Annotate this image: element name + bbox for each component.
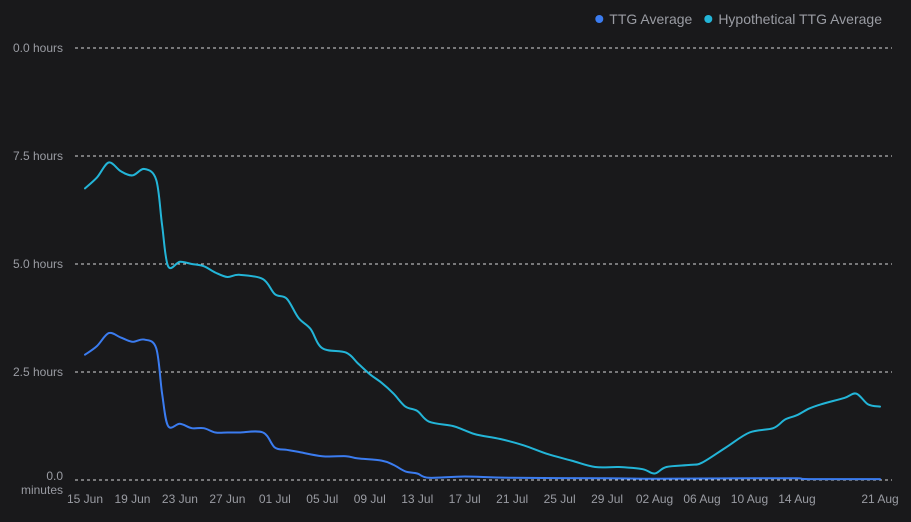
y-tick-label: 5.0 hours xyxy=(13,257,63,271)
legend-marker xyxy=(704,15,713,23)
y-tick-label: 7.5 hours xyxy=(13,149,63,163)
y-tick-label: 0.0 minutes xyxy=(21,469,63,497)
x-tick-label: 17 Jul xyxy=(449,492,481,506)
x-tick-label: 02 Aug xyxy=(636,492,673,506)
y-tick-label: 0.0 hours xyxy=(13,41,63,55)
x-tick-label: 21 Aug xyxy=(861,492,898,506)
x-tick-label: 29 Jul xyxy=(591,492,623,506)
x-tick-label: 19 Jun xyxy=(114,492,150,506)
legend-item[interactable]: Hypothetical TTG Average xyxy=(704,11,882,27)
series-line-hypothetical-ttg-average[interactable] xyxy=(84,161,881,475)
x-tick-label: 13 Jul xyxy=(401,492,433,506)
x-tick-label: 05 Jul xyxy=(306,492,338,506)
y-tick-label: 2.5 hours xyxy=(13,365,63,379)
x-axis: 15 Jun 19 Jun 23 Jun 27 Jun 01 Jul 05 Jul 09 J… xyxy=(67,492,899,506)
x-tick-label: 01 Jul xyxy=(259,492,291,506)
legend[interactable]: Hypothetical TTG Average TTG Average xyxy=(595,11,882,27)
legend-label: TTG Average xyxy=(609,11,692,27)
legend-item[interactable]: TTG Average xyxy=(595,11,693,27)
x-tick-label: 14 Aug xyxy=(778,492,815,506)
x-tick-label: 09 Jul xyxy=(354,492,386,506)
x-tick-label: 10 Aug xyxy=(731,492,768,506)
line-chart: 0.0 minutes 2.5 hours 5.0 hours 7.5 hours 0.0… xyxy=(13,11,899,506)
x-tick-label: 25 Jul xyxy=(544,492,576,506)
legend-label: Hypothetical TTG Average xyxy=(718,11,882,27)
x-tick-label: 06 Aug xyxy=(683,492,720,506)
x-tick-label: 15 Jun xyxy=(67,492,103,506)
series-line-ttg-average[interactable] xyxy=(84,331,881,481)
legend-marker xyxy=(595,15,604,23)
x-tick-label: 21 Jul xyxy=(496,492,528,506)
series-layer xyxy=(84,161,881,481)
y-axis: 0.0 minutes 2.5 hours 5.0 hours 7.5 hours 0.0… xyxy=(13,41,63,497)
x-tick-label: 23 Jun xyxy=(162,492,198,506)
x-tick-label: 27 Jun xyxy=(209,492,245,506)
